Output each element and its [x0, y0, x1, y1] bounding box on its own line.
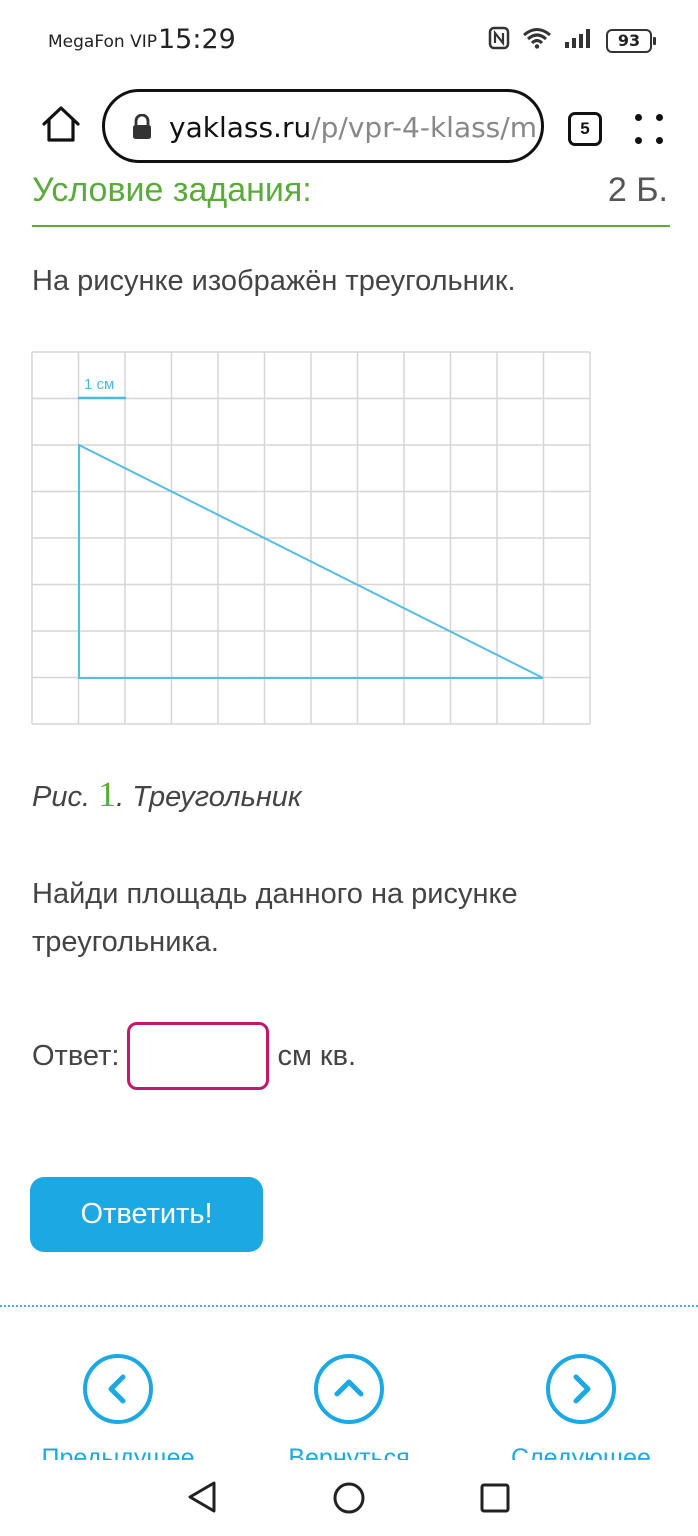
prev-task-label: Предыдущее [41, 1444, 195, 1460]
url-path: /p/vpr-4-klass/m [311, 111, 537, 144]
task-question: Найди площадь данного на рисунке треугол… [32, 878, 518, 958]
tabs-icon[interactable]: 5 [568, 112, 602, 146]
answer-row: Ответ: см кв. [32, 1021, 356, 1091]
recent-apps-icon[interactable] [480, 1483, 510, 1518]
caption-text: . Треугольник [116, 781, 302, 813]
menu-icon[interactable] [632, 110, 666, 150]
task-intro: На рисунке изображён треугольник. [32, 265, 516, 297]
wifi-icon [522, 27, 552, 54]
nfc-icon [488, 26, 510, 55]
scale-marker: 1 см [78, 376, 126, 400]
address-bar[interactable]: yaklass.ru/p/vpr-4-klass/m [102, 89, 544, 163]
task-header: Условие задания: 2 Б. [32, 165, 670, 227]
carrier-name: MegaFon VIP [48, 32, 157, 52]
lock-icon [131, 113, 153, 140]
task-content: Условие задания: 2 Б. На рисунке изображ… [0, 165, 698, 1305]
answer-input[interactable] [127, 1022, 270, 1090]
grid-lines [31, 351, 591, 725]
status-icons: 93 [488, 26, 656, 55]
scale-label: 1 см [84, 376, 114, 393]
task-title: Условие задания: [32, 171, 312, 209]
task-navigation: Предыдущее Вернуться Следующее [0, 1306, 698, 1460]
prev-task-button[interactable]: Предыдущее [18, 1354, 218, 1460]
submit-button[interactable]: Ответить! [30, 1177, 263, 1252]
signal-icon [564, 27, 594, 54]
back-label: Вернуться [288, 1444, 410, 1460]
chevron-left-icon [83, 1354, 153, 1424]
figure-caption: Рис. 1. Треугольник [32, 773, 302, 815]
url-domain: yaklass.ru [169, 111, 312, 144]
caption-prefix: Рис. [32, 781, 91, 813]
url-text: yaklass.ru/p/vpr-4-klass/m [169, 111, 537, 144]
home-circle-icon[interactable] [332, 1481, 366, 1520]
back-triangle-icon[interactable] [186, 1480, 218, 1519]
clock: 15:29 [158, 24, 236, 55]
battery-icon: 93 [606, 28, 656, 53]
task-points: 2 Б. [607, 171, 668, 209]
system-navigation-bar [0, 1460, 698, 1536]
next-task-button[interactable]: Следующее [481, 1354, 681, 1460]
back-button[interactable]: Вернуться [249, 1354, 449, 1460]
answer-label: Ответ: [32, 1039, 120, 1072]
browser-toolbar: yaklass.ru/p/vpr-4-klass/m 5 [0, 80, 698, 175]
chevron-up-icon [314, 1354, 384, 1424]
triangle-figure: 1 см [30, 350, 596, 735]
chevron-right-icon [546, 1354, 616, 1424]
answer-unit: см кв. [277, 1039, 357, 1072]
next-task-label: Следующее [511, 1444, 651, 1460]
home-icon[interactable] [38, 102, 84, 148]
caption-number: 1 [98, 774, 117, 814]
status-bar: MegaFon VIP 15:29 93 [0, 0, 698, 80]
